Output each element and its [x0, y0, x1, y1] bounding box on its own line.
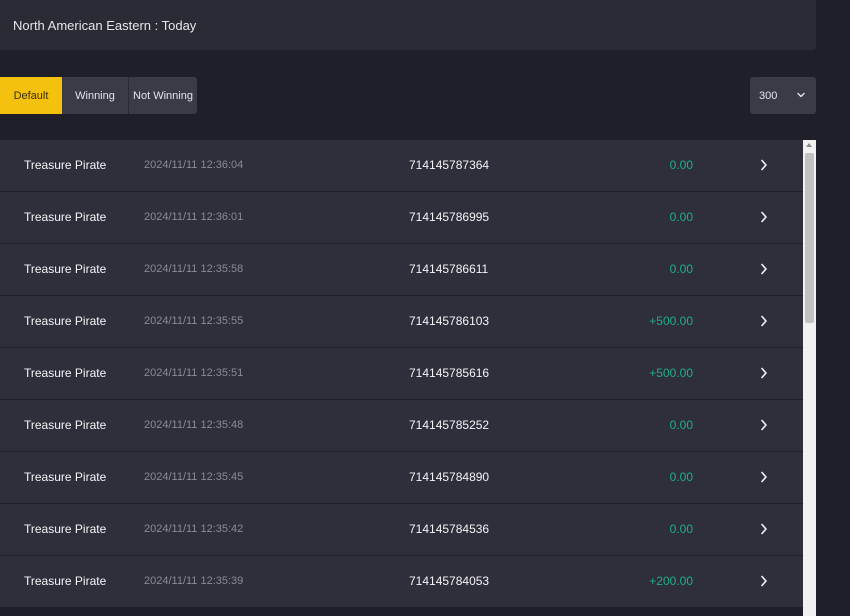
win-amount: 0.00: [669, 522, 693, 536]
win-amount: +500.00: [649, 314, 693, 328]
record-id: 714145785616: [409, 366, 490, 380]
game-name: Treasure Pirate: [24, 522, 107, 536]
game-name: Treasure Pirate: [24, 470, 107, 484]
bet-time: 2024/11/11 12:36:01: [144, 211, 244, 223]
bet-time: 2024/11/11 12:35:42: [144, 523, 244, 535]
chevron-right-icon[interactable]: [760, 367, 768, 379]
chevron-right-icon[interactable]: [760, 471, 768, 483]
record-row[interactable]: Treasure Pirate 2024/11/11 12:35:48 714145…: [0, 400, 803, 452]
right-margin: [816, 0, 850, 616]
scroll-up-arrow-icon[interactable]: [806, 143, 812, 147]
filter-default-button[interactable]: Default: [0, 77, 62, 114]
record-row[interactable]: Treasure Pirate 2024/11/11 12:36:04 714145…: [0, 140, 803, 192]
game-name: Treasure Pirate: [24, 418, 107, 432]
record-id: 714145787364: [409, 158, 490, 172]
bet-time: 2024/11/11 12:35:48: [144, 419, 244, 431]
win-amount: 0.00: [669, 210, 693, 224]
win-amount: 0.00: [669, 158, 693, 172]
chevron-right-icon[interactable]: [760, 315, 768, 327]
bet-time: 2024/11/11 12:35:51: [144, 367, 244, 379]
bet-time: 2024/11/11 12:36:04: [144, 159, 244, 171]
chevron-down-icon: [797, 92, 805, 98]
record-row[interactable]: Treasure Pirate 2024/11/11 12:35:42 714145…: [0, 504, 803, 556]
game-name: Treasure Pirate: [24, 574, 107, 588]
record-id: 714145786103: [409, 314, 490, 328]
record-row[interactable]: Treasure Pirate 2024/11/11 12:35:51 714145…: [0, 348, 803, 400]
chevron-right-icon[interactable]: [760, 263, 768, 275]
game-name: Treasure Pirate: [24, 158, 107, 172]
win-amount: 0.00: [669, 470, 693, 484]
record-row[interactable]: Treasure Pirate 2024/11/11 12:35:45 714145…: [0, 452, 803, 504]
record-row[interactable]: Treasure Pirate 2024/11/11 12:36:01 714145…: [0, 192, 803, 244]
page-size-value: 300: [759, 89, 778, 102]
record-row[interactable]: Treasure Pirate 2024/11/11 12:35:55 714145…: [0, 296, 803, 348]
record-list-rows: Treasure Pirate 2024/11/11 12:36:04 714145…: [0, 140, 803, 608]
win-amount: +500.00: [649, 366, 693, 380]
win-amount: +200.00: [649, 574, 693, 588]
record-list: Treasure Pirate 2024/11/11 12:36:04 714145…: [0, 140, 816, 616]
record-id: 714145785252: [409, 418, 490, 432]
chevron-right-icon[interactable]: [760, 523, 768, 535]
win-amount: 0.00: [669, 262, 693, 276]
page-title: North American Eastern : Today: [13, 17, 197, 33]
game-name: Treasure Pirate: [24, 262, 107, 276]
list-scrollbar[interactable]: [803, 140, 816, 616]
chevron-right-icon[interactable]: [760, 159, 768, 171]
record-row[interactable]: Treasure Pirate 2024/11/11 12:35:39 714145…: [0, 556, 803, 608]
header-bar: North American Eastern : Today: [0, 0, 816, 50]
record-id: 714145784053: [409, 574, 490, 588]
chevron-right-icon[interactable]: [760, 575, 768, 587]
result-filter-group: Default Winning Not Winning: [0, 77, 197, 114]
record-row[interactable]: Treasure Pirate 2024/11/11 12:35:58 714145…: [0, 244, 803, 296]
filter-winning-button[interactable]: Winning: [62, 77, 129, 114]
game-name: Treasure Pirate: [24, 314, 107, 328]
record-id: 714145786995: [409, 210, 490, 224]
record-id: 714145784536: [409, 522, 490, 536]
page-size-select[interactable]: 300: [750, 77, 816, 114]
game-name: Treasure Pirate: [24, 210, 107, 224]
scroll-thumb[interactable]: [805, 153, 814, 323]
record-id: 714145784890: [409, 470, 490, 484]
bet-time: 2024/11/11 12:35:58: [144, 263, 244, 275]
chevron-right-icon[interactable]: [760, 211, 768, 223]
win-amount: 0.00: [669, 418, 693, 432]
filter-not-winning-button[interactable]: Not Winning: [129, 77, 197, 114]
bet-time: 2024/11/11 12:35:55: [144, 315, 244, 327]
chevron-right-icon[interactable]: [760, 419, 768, 431]
record-id: 714145786611: [409, 262, 489, 276]
bet-time: 2024/11/11 12:35:39: [144, 575, 244, 587]
bet-time: 2024/11/11 12:35:45: [144, 471, 244, 483]
game-name: Treasure Pirate: [24, 366, 107, 380]
